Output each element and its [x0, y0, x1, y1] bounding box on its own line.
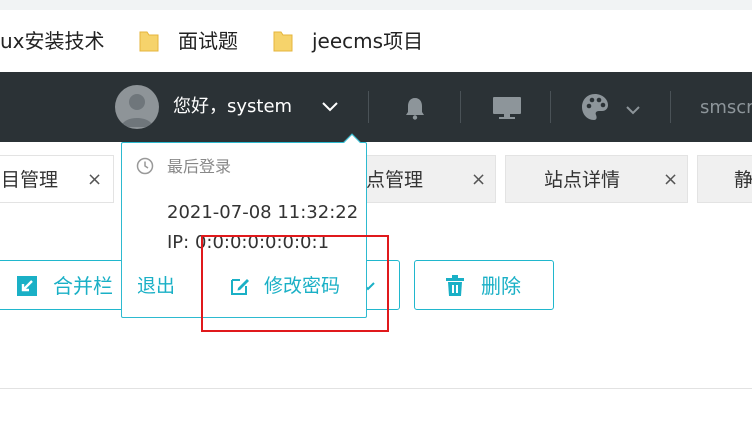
- tab-static[interactable]: 静: [697, 155, 752, 203]
- last-login-time: 2021-07-08 11:32:22: [167, 202, 359, 223]
- bookmark-ux-install[interactable]: ux安装技术: [0, 28, 105, 54]
- user-greeting[interactable]: 您好，system: [173, 95, 292, 119]
- tab-label: 静: [734, 169, 752, 191]
- delete-button[interactable]: 删除: [414, 260, 554, 310]
- folder-icon: [139, 31, 159, 52]
- header-divider: [460, 91, 461, 123]
- divider: [0, 388, 752, 389]
- bookmark-interview[interactable]: 面试题: [178, 28, 238, 54]
- merge-icon: [17, 276, 37, 296]
- bell-icon[interactable]: [404, 96, 426, 120]
- avatar[interactable]: [115, 85, 159, 129]
- top-header: 您好，system smscr: [0, 72, 752, 142]
- tab-label: 目管理: [1, 169, 59, 191]
- header-divider: [670, 91, 671, 123]
- close-icon[interactable]: ×: [663, 168, 678, 192]
- merge-column-button[interactable]: 合并栏: [0, 260, 124, 310]
- tab-label: 站点详情: [544, 169, 621, 191]
- tab-column-management[interactable]: 目管理 ×: [0, 155, 114, 203]
- trash-icon: [446, 275, 464, 296]
- delete-button-label: 删除: [481, 274, 521, 298]
- merge-button-label: 合并栏: [53, 274, 113, 298]
- header-divider: [550, 91, 551, 123]
- header-divider: [368, 91, 369, 123]
- bookmarks-bar: ux安装技术 面试题 jeecms项目: [0, 10, 752, 72]
- highlight-box: [201, 235, 389, 332]
- user-avatar-icon: [121, 94, 153, 127]
- site-selector[interactable]: smscr: [700, 96, 752, 120]
- chevron-down-icon[interactable]: [625, 105, 641, 115]
- palette-icon[interactable]: [580, 92, 610, 122]
- bookmark-jeecms[interactable]: jeecms项目: [312, 28, 423, 54]
- chevron-down-icon[interactable]: [321, 101, 339, 113]
- clock-icon: [136, 157, 154, 175]
- tab-site-details[interactable]: 站点详情 ×: [505, 155, 688, 203]
- monitor-icon[interactable]: [492, 96, 522, 120]
- last-login-label: 最后登录: [167, 157, 232, 176]
- logout-link[interactable]: 退出: [137, 273, 175, 299]
- page: ux安装技术 面试题 jeecms项目 您好，system smscr 目管理 …: [0, 0, 752, 426]
- folder-icon: [273, 31, 293, 52]
- close-icon[interactable]: ×: [87, 168, 102, 192]
- close-icon[interactable]: ×: [471, 168, 486, 192]
- browser-top-strip: [0, 0, 752, 10]
